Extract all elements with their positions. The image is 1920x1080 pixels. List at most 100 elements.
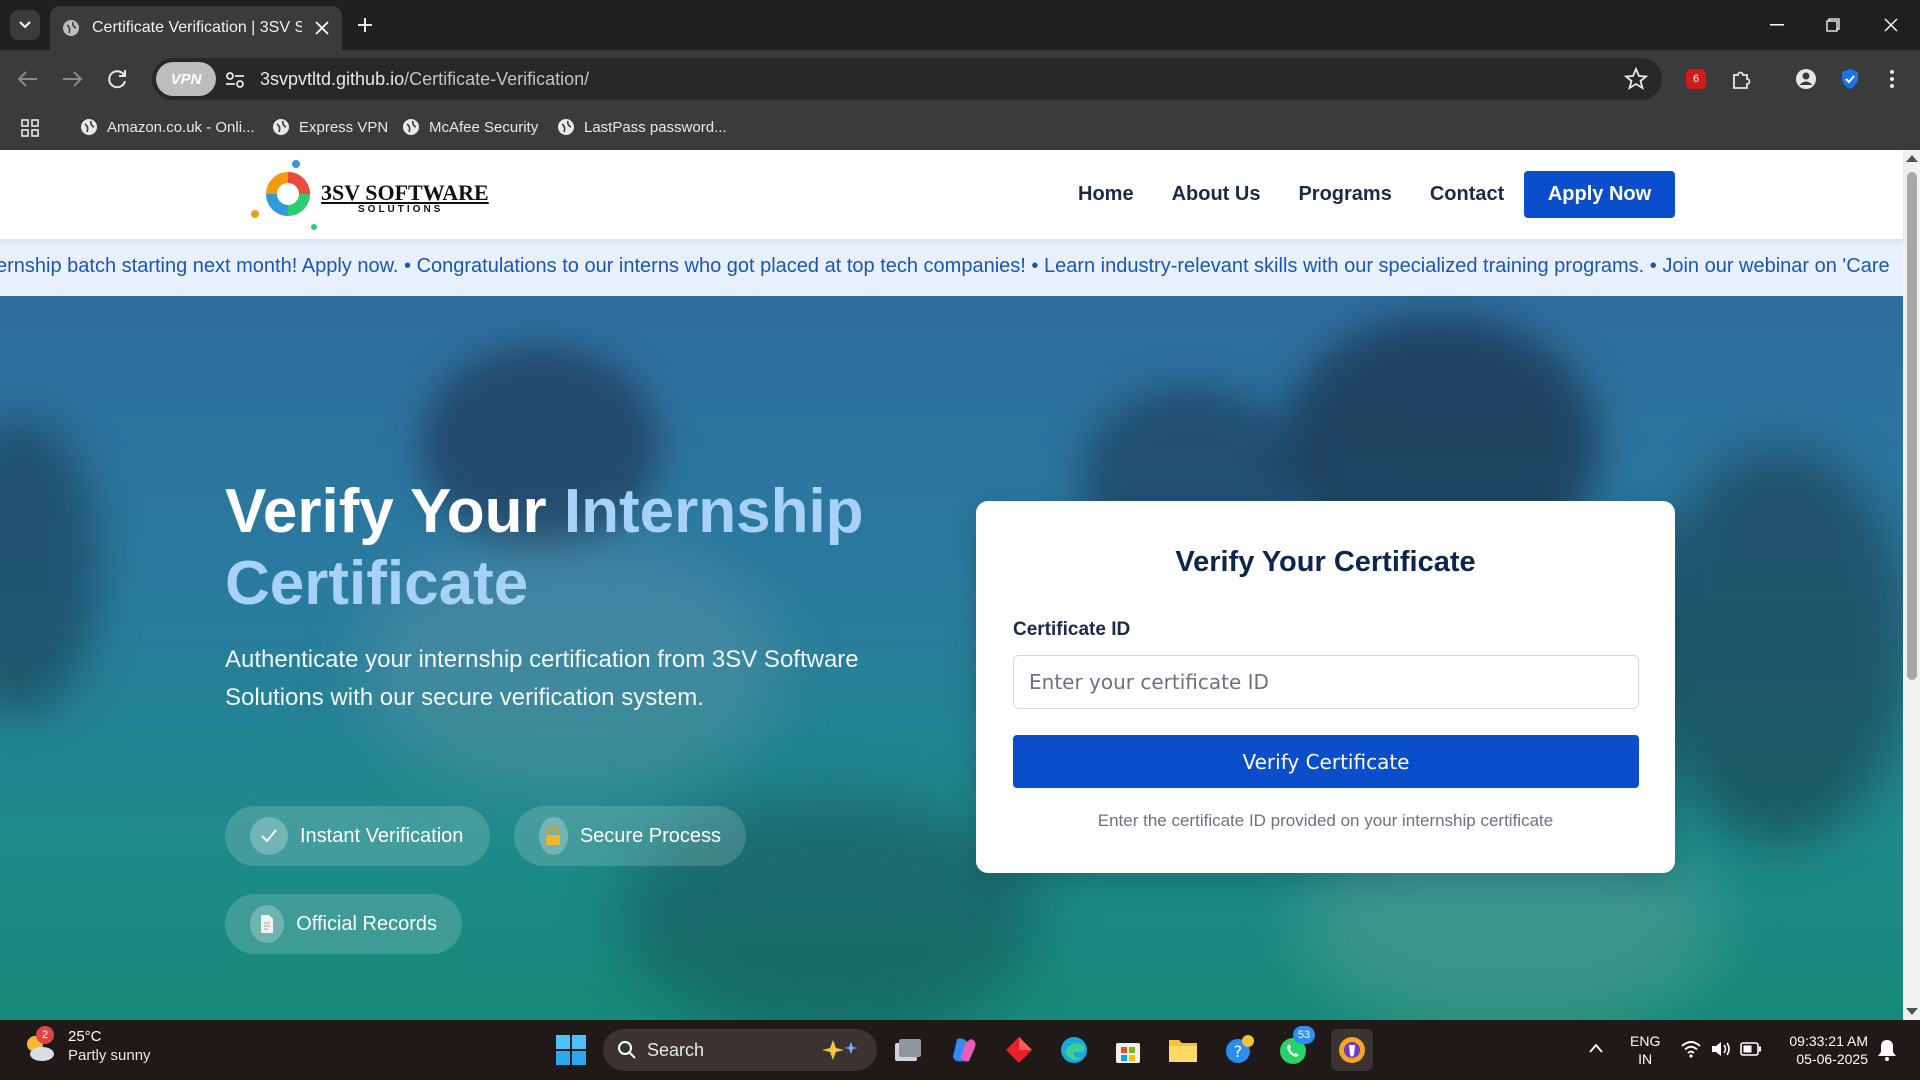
- weather-widget[interactable]: 2 25°C Partly sunny: [22, 1026, 151, 1066]
- minimize-button[interactable]: [1762, 10, 1792, 40]
- language-region: IN: [1638, 1051, 1653, 1067]
- globe-icon: [273, 119, 289, 135]
- certificate-id-input[interactable]: [1013, 655, 1639, 709]
- site-header: 3SV SOFTWARE SOLUTIONS Home About Us Pro…: [0, 150, 1903, 239]
- address-bar[interactable]: VPN 3svpvtltd.github.io/Certificate-Veri…: [152, 58, 1662, 100]
- clock-date: 05-06-2025: [1796, 1051, 1868, 1067]
- extensions-button[interactable]: [1725, 63, 1757, 95]
- temperature: 25°C: [68, 1028, 102, 1045]
- bookmark-express-vpn[interactable]: Express VPN: [272, 118, 388, 136]
- feature-instant-verification: Instant Verification: [225, 806, 490, 866]
- hero-section: Verify Your Internship Certificate Authe…: [0, 296, 1903, 1020]
- chevron-down-icon: [19, 21, 31, 29]
- bookmark-label: LastPass password...: [584, 118, 727, 136]
- nav-about-us[interactable]: About Us: [1172, 183, 1261, 206]
- reload-button[interactable]: [101, 63, 133, 95]
- whatsapp-icon[interactable]: 53: [1276, 1026, 1315, 1068]
- extension-lastpass-button[interactable]: 6: [1680, 63, 1712, 95]
- windows-start-icon[interactable]: [555, 1034, 587, 1066]
- browser-tab-bar: Certificate Verification | 3SV Sof: [0, 0, 1920, 50]
- more-vertical-icon: [1890, 70, 1894, 88]
- url-text[interactable]: 3svpvtltd.github.io/Certificate-Verifica…: [260, 69, 589, 90]
- globe-icon: [81, 119, 97, 135]
- tune-icon: [226, 72, 244, 88]
- language-indicator[interactable]: ENG IN: [1630, 1032, 1660, 1068]
- tab-search-button[interactable]: [10, 10, 40, 40]
- app-red-diamond-icon[interactable]: [1001, 1032, 1037, 1068]
- minimize-icon: [1770, 24, 1784, 26]
- svg-text:?: ?: [1234, 1042, 1243, 1061]
- main-nav: Home About Us Programs Contact: [1078, 183, 1504, 206]
- url-host: 3svpvtltd.github.io: [260, 69, 405, 89]
- star-icon[interactable]: [1624, 67, 1648, 91]
- globe-icon: [558, 119, 574, 135]
- weather-condition: Partly sunny: [68, 1047, 151, 1064]
- nav-home[interactable]: Home: [1078, 183, 1134, 206]
- scroll-thumb[interactable]: [1907, 172, 1917, 680]
- taskbar-search[interactable]: Search: [603, 1029, 877, 1071]
- background-photo-shape: [1650, 446, 1903, 846]
- copilot-icon[interactable]: [946, 1032, 982, 1068]
- apply-now-button[interactable]: Apply Now: [1524, 171, 1675, 218]
- profile-button[interactable]: [1790, 63, 1822, 95]
- feature-label: Official Records: [296, 912, 437, 935]
- menu-button[interactable]: [1876, 63, 1908, 95]
- system-clock[interactable]: 09:33:21 AM 05-06-2025: [1770, 1032, 1868, 1068]
- notification-bell-icon[interactable]: [1876, 1038, 1898, 1062]
- language-code: ENG: [1630, 1033, 1661, 1049]
- bookmark-label: McAfee Security: [429, 118, 539, 136]
- search-label: Search: [647, 1039, 705, 1060]
- bookmark-mcafee[interactable]: McAfee Security: [402, 118, 538, 136]
- reload-icon: [108, 70, 126, 89]
- verify-card: Verify Your Certificate Certificate ID V…: [976, 501, 1675, 873]
- vpn-toggle[interactable]: VPN: [156, 62, 216, 96]
- microsoft-store-icon[interactable]: [1110, 1032, 1146, 1068]
- page-scrollbar[interactable]: [1903, 150, 1920, 1020]
- bookmark-lastpass[interactable]: LastPass password...: [557, 118, 727, 136]
- browser-taskbar-icon[interactable]: [1331, 1029, 1373, 1071]
- battery-icon[interactable]: [1740, 1042, 1762, 1056]
- shield-check-icon: [1842, 69, 1858, 89]
- close-window-button[interactable]: [1876, 10, 1906, 40]
- logo-text: 3SV SOFTWARE: [321, 180, 489, 205]
- arrow-right-icon: [63, 71, 83, 87]
- new-tab-button[interactable]: [352, 12, 378, 38]
- active-tab[interactable]: Certificate Verification | 3SV Sof: [50, 6, 342, 50]
- logo-subtext: SOLUTIONS: [358, 204, 444, 215]
- wifi-icon[interactable]: [1680, 1040, 1702, 1058]
- windows-taskbar: 2 25°C Partly sunny Search ? 53 ENG IN 0…: [0, 1020, 1920, 1080]
- nav-programs[interactable]: Programs: [1298, 183, 1391, 206]
- feature-label: Secure Process: [579, 824, 721, 847]
- help-app-icon[interactable]: ?: [1221, 1032, 1257, 1068]
- edge-icon[interactable]: [1056, 1032, 1092, 1068]
- verify-certificate-button[interactable]: Verify Certificate: [1013, 735, 1639, 788]
- card-title: Verify Your Certificate: [1175, 546, 1476, 578]
- task-view-icon[interactable]: [890, 1032, 926, 1068]
- scroll-down-arrow-icon[interactable]: [1906, 1008, 1918, 1015]
- file-explorer-icon[interactable]: [1165, 1032, 1201, 1068]
- hero-subtitle: Authenticate your internship certificati…: [225, 646, 859, 711]
- volume-icon[interactable]: [1710, 1040, 1732, 1058]
- globe-icon: [63, 20, 79, 36]
- scroll-up-arrow-icon[interactable]: [1906, 155, 1918, 162]
- close-icon[interactable]: [314, 20, 330, 36]
- page-viewport: 3SV SOFTWARE SOLUTIONS Home About Us Pro…: [0, 150, 1920, 1020]
- forward-button[interactable]: [56, 63, 88, 95]
- site-logo[interactable]: 3SV SOFTWARE SOLUTIONS: [246, 154, 489, 234]
- security-extension-button[interactable]: [1834, 63, 1866, 95]
- lock-icon: [539, 817, 568, 855]
- globe-icon: [403, 119, 419, 135]
- restore-button[interactable]: [1818, 10, 1848, 40]
- whatsapp-badge: 53: [1293, 1026, 1315, 1044]
- bookmark-amazon[interactable]: Amazon.co.uk - Onli...: [80, 118, 255, 136]
- back-button[interactable]: [12, 63, 44, 95]
- weather-icon: 2: [22, 1026, 56, 1064]
- check-icon: [250, 817, 288, 855]
- chevron-up-icon[interactable]: [1588, 1042, 1604, 1054]
- feature-label: Instant Verification: [300, 824, 464, 847]
- apps-grid-icon[interactable]: [20, 118, 40, 138]
- site-info-button[interactable]: [222, 67, 248, 93]
- arrow-left-icon: [17, 71, 37, 87]
- background-photo-shape: [0, 416, 100, 716]
- nav-contact[interactable]: Contact: [1430, 183, 1504, 206]
